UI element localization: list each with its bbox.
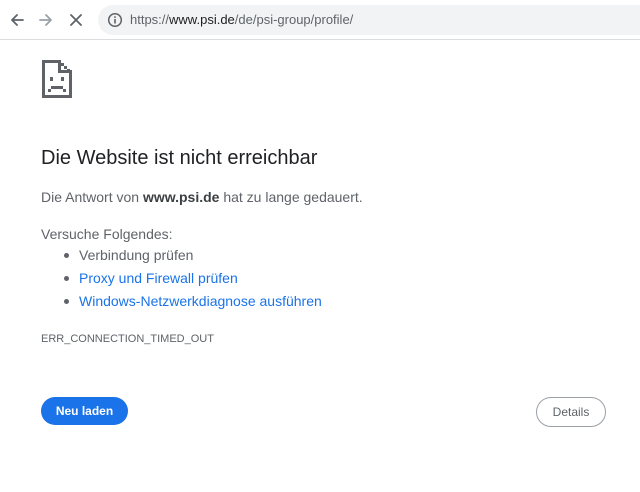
close-icon <box>70 14 82 26</box>
error-code: ERR_CONNECTION_TIMED_OUT <box>41 333 214 345</box>
suggestions-list: Verbindung prüfen Proxy und Firewall prü… <box>60 246 322 315</box>
suggestions-header: Versuche Folgendes: <box>41 226 173 242</box>
suggestion-check-connection: Verbindung prüfen <box>60 246 322 269</box>
error-summary: Die Antwort von www.psi.de hat zu lange … <box>41 188 363 206</box>
url-path: /de/psi-group/profile/ <box>234 12 354 27</box>
address-bar[interactable]: https://www.psi.de/de/psi-group/profile/ <box>98 5 640 35</box>
url-text[interactable]: https://www.psi.de/de/psi-group/profile/ <box>130 12 353 28</box>
back-button[interactable] <box>4 7 30 33</box>
browser-toolbar: https://www.psi.de/de/psi-group/profile/ <box>0 0 640 40</box>
url-prefix: https:// <box>130 12 170 27</box>
arrow-right-icon <box>39 14 52 26</box>
url-host: www.psi.de <box>169 12 235 27</box>
stop-loading-button[interactable] <box>63 7 89 33</box>
suggestion-network-diagnostics-link[interactable]: Windows-Netzwerkdiagnose ausführen <box>60 292 322 315</box>
forward-button[interactable] <box>33 7 59 33</box>
suggestion-proxy-firewall-link[interactable]: Proxy und Firewall prüfen <box>60 269 322 292</box>
details-button[interactable]: Details <box>536 397 606 427</box>
info-icon[interactable] <box>107 12 123 28</box>
sad-document-icon <box>42 60 72 98</box>
arrow-left-icon <box>11 14 24 26</box>
reload-button[interactable]: Neu laden <box>41 397 128 425</box>
error-title: Die Website ist nicht erreichbar <box>41 147 318 169</box>
summary-host: www.psi.de <box>142 189 220 205</box>
summary-prefix: Die Antwort von <box>41 189 143 205</box>
summary-suffix: hat zu lange gedauert. <box>219 189 363 205</box>
